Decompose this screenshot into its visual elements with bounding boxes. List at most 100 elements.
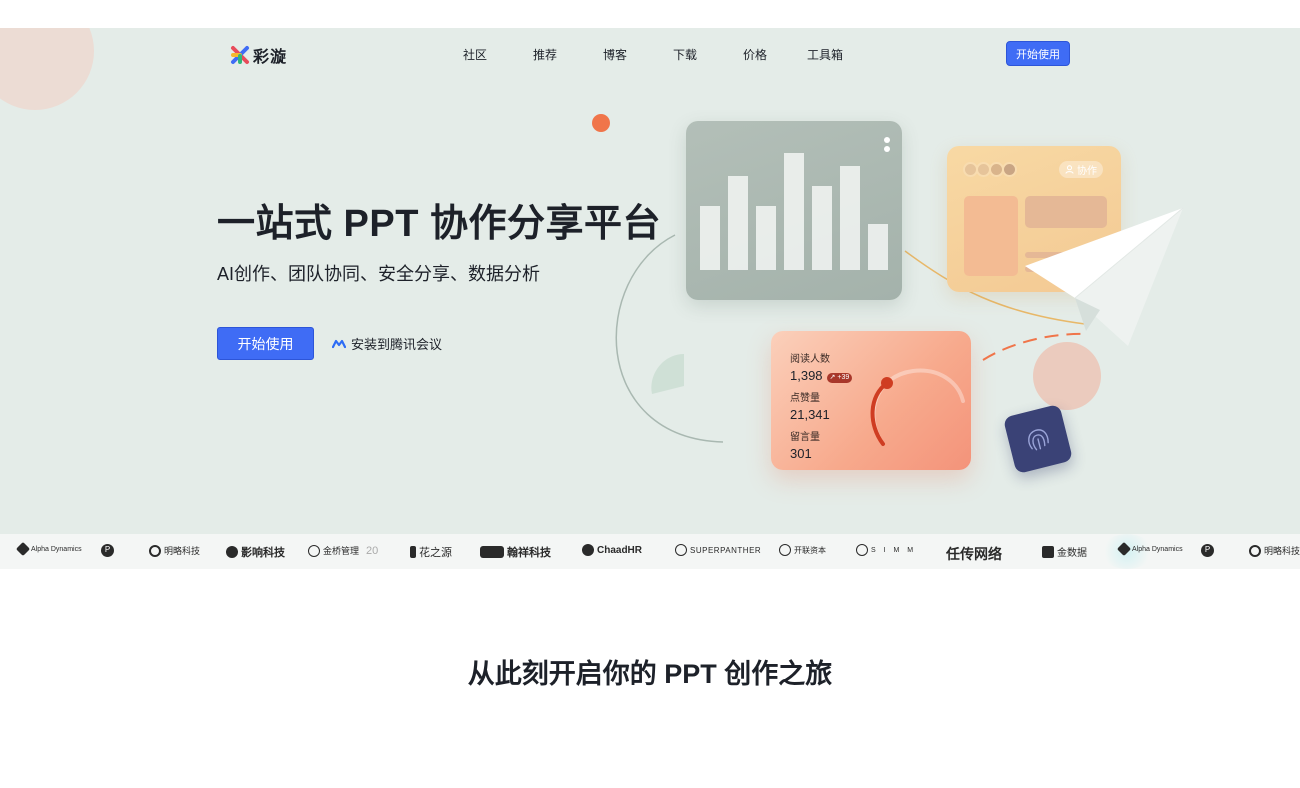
nav-link-toolbox[interactable]: 工具箱 — [790, 46, 860, 63]
partner-logo: 金桥管理 20 — [308, 544, 378, 557]
partner-logo: 花之源 — [410, 544, 452, 560]
decorative-circle — [1033, 342, 1101, 410]
more-icon — [884, 137, 890, 155]
partner-logo: 影响科技 — [226, 544, 285, 560]
partner-logo-strip: Alpha Dynamics P 明略科技 影响科技 金桥管理 20 花之源 翰祥… — [0, 534, 1300, 569]
chart-bar — [812, 186, 832, 270]
partner-name: 明略科技 — [1264, 546, 1300, 556]
partner-name: 金数据 — [1057, 548, 1087, 559]
logo-mark-icon — [15, 541, 31, 557]
partner-logo: 金数据 — [1042, 544, 1087, 559]
brand-logo[interactable]: 彩漩 — [230, 43, 287, 67]
chart-bar — [728, 176, 748, 270]
nav-link-recommend[interactable]: 推荐 — [510, 46, 580, 63]
chart-bar — [840, 166, 860, 270]
stat-value: 301 — [790, 446, 812, 461]
chart-bar — [868, 224, 888, 270]
fingerprint-icon — [1028, 429, 1049, 451]
stat-label: 留言量 — [790, 432, 820, 443]
trend-badge: ↗ +39 — [826, 373, 853, 383]
nav-link-community[interactable]: 社区 — [440, 46, 510, 63]
partner-name: P — [104, 545, 111, 554]
avatar-group — [963, 162, 1017, 177]
paper-plane-icon — [1025, 207, 1184, 346]
partner-logo: Alpha Dynamics — [15, 541, 82, 557]
logo-mark-icon: P — [1201, 544, 1214, 557]
user-icon — [1065, 165, 1074, 174]
logo-mark-icon — [1042, 545, 1054, 558]
logo-mark-icon — [480, 546, 504, 558]
partner-name: SUPERPANTHER — [690, 545, 762, 555]
logo-mark-icon — [675, 544, 687, 556]
partner-name: Alpha Dynamics — [1132, 545, 1183, 553]
stat-readers: 阅读人数 1,398 ↗ +39 — [790, 350, 853, 385]
collab-badge: 协作 — [1059, 161, 1103, 178]
partner-name: 影响科技 — [241, 547, 285, 559]
logo-mark-icon — [308, 544, 320, 557]
logo-text: 彩漩 — [253, 49, 288, 66]
hero-section: 彩漩 社区 推荐 博客 下载 价格 工具箱 开始使用 一站式 PPT 协作分享平… — [0, 28, 1300, 534]
hero-title: 一站式 PPT 协作分享平台 — [217, 203, 662, 245]
avatar — [1002, 162, 1017, 177]
hero-illustration: 协作 阅读人数 1,398 ↗ +39 点赞量 21,341 留言量 301 — [600, 108, 1220, 488]
partner-name: ChaadHR — [597, 544, 643, 556]
stat-label: 阅读人数 — [790, 354, 830, 365]
partner-name: 金桥管理 — [323, 546, 360, 556]
hero-start-button[interactable]: 开始使用 — [217, 327, 314, 360]
nav-link-pricing[interactable]: 价格 — [720, 46, 790, 63]
partner-logo: 明略科技 — [149, 544, 200, 557]
partner-name: 翰祥科技 — [507, 547, 551, 559]
install-tencent-meeting-link[interactable]: 安装到腾讯会议 — [332, 334, 442, 353]
nav-link-blog[interactable]: 博客 — [580, 46, 650, 63]
nav-start-button[interactable]: 开始使用 — [1006, 41, 1070, 66]
partner-logo: P — [101, 544, 114, 557]
partner-name: 花之源 — [419, 546, 452, 559]
logo-mark-icon — [1249, 544, 1261, 557]
tencent-meeting-icon — [332, 339, 346, 348]
partner-logo: ChaadHR — [582, 544, 642, 556]
chart-bar — [700, 206, 720, 270]
page: 彩漩 社区 推荐 博客 下载 价格 工具箱 开始使用 一站式 PPT 协作分享平… — [0, 0, 1300, 788]
stats-card: 阅读人数 1,398 ↗ +39 点赞量 21,341 留言量 301 — [771, 331, 971, 470]
gauge-arc — [870, 368, 965, 446]
logo-mark-icon — [149, 544, 161, 557]
stat-value: 1,398 — [790, 368, 823, 383]
logo-mark-icon — [410, 546, 416, 558]
logo-mark-icon — [1116, 541, 1132, 557]
partner-logo: S I M M — [856, 544, 916, 556]
bar-chart-card — [686, 121, 902, 300]
section-title: 从此刻开启你的 PPT 创作之旅 — [467, 659, 833, 689]
partner-name: P — [1204, 545, 1211, 554]
install-link-label: 安装到腾讯会议 — [351, 337, 443, 352]
placeholder-block — [964, 196, 1018, 276]
stat-comments: 留言量 301 — [790, 428, 820, 463]
stat-label: 点赞量 — [790, 393, 820, 404]
partner-name: 任传网络 — [946, 547, 1002, 563]
partner-logo: SUPERPANTHER — [675, 544, 761, 556]
top-nav: 彩漩 社区 推荐 博客 下载 价格 工具箱 开始使用 — [0, 28, 1300, 80]
logo-mark-icon — [582, 544, 594, 556]
partner-number: 20 — [366, 544, 379, 557]
nav-links: 社区 推荐 博客 下载 价格 工具箱 — [440, 46, 860, 63]
partner-logo: 任传网络 — [946, 544, 1002, 564]
chart-bar — [756, 206, 776, 270]
stat-value: 21,341 — [790, 407, 830, 422]
hero-subtitle: AI创作、团队协同、安全分享、数据分析 — [217, 264, 541, 284]
stat-likes: 点赞量 21,341 — [790, 389, 830, 424]
partner-logo: Alpha Dynamics — [1116, 541, 1183, 557]
partner-logo: 明略科技 — [1249, 544, 1300, 557]
partner-logo: 翰祥科技 — [480, 544, 551, 560]
partner-name: Alpha Dynamics — [31, 545, 82, 553]
logo-mark-icon: P — [101, 544, 114, 557]
collab-badge-label: 协作 — [1077, 166, 1097, 177]
logo-mark-icon — [779, 544, 791, 556]
partner-logo: P — [1201, 544, 1214, 557]
partner-name: S I M M — [871, 546, 917, 554]
partner-name: 开联资本 — [794, 545, 826, 555]
chart-bar — [784, 153, 804, 270]
logo-icon — [231, 46, 249, 64]
logo-mark-icon — [226, 546, 238, 558]
nav-link-download[interactable]: 下载 — [650, 46, 720, 63]
partner-name: 明略科技 — [164, 546, 201, 556]
partner-logo: 开联资本 — [779, 544, 826, 556]
